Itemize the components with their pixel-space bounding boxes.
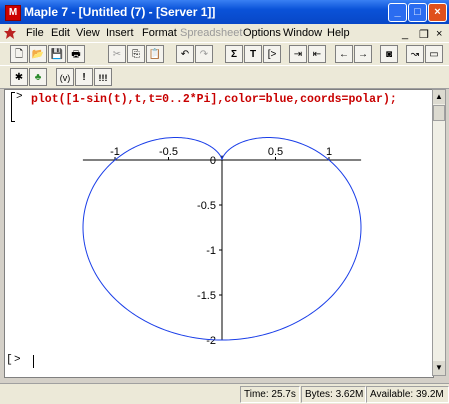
sum-icon[interactable]: Σ xyxy=(225,45,243,63)
save-icon[interactable]: 💾 xyxy=(48,45,66,63)
back-icon[interactable]: ← xyxy=(335,45,353,63)
execute-all-button[interactable]: !!! xyxy=(94,68,112,86)
menu-insert[interactable]: Insert xyxy=(106,27,134,39)
y-tick-label: 0 xyxy=(210,155,216,167)
status-bytes: Bytes: 3.62M xyxy=(301,386,366,403)
status-bar: Time: 25.7s Bytes: 3.62M Available: 39.2… xyxy=(0,383,449,404)
zoom-icon[interactable]: ▭ xyxy=(425,45,443,63)
vertical-scrollbar[interactable]: ▲ ▼ xyxy=(432,89,446,376)
menu-help[interactable]: Help xyxy=(327,27,350,39)
text-cursor xyxy=(33,355,34,368)
menu-edit[interactable]: Edit xyxy=(51,27,70,39)
main-toolbar: 🗋 📂 💾 🖶 ✂ ⎘ 📋 ↶ ↷ Σ T [> ⇥ ⇤ ← → ◙ ↝ ▭ xyxy=(0,42,449,66)
menu-format[interactable]: Format xyxy=(142,27,177,39)
maple-app-icon[interactable]: M xyxy=(5,5,21,21)
y-tick-label: -1.5 xyxy=(197,290,216,302)
copy-icon[interactable]: ⎘ xyxy=(127,45,145,63)
y-tick-label: -0.5 xyxy=(197,200,216,212)
maple-mode-icon[interactable]: ✱ xyxy=(10,68,28,86)
mdi-minimize-icon[interactable]: _ xyxy=(402,28,408,40)
menu-window[interactable]: Window xyxy=(283,27,322,39)
window-title: Maple 7 - [Untitled (7) - [Server 1]] xyxy=(24,5,216,19)
menu-spreadsheet[interactable]: Spreadsheet xyxy=(180,27,242,39)
mdi-restore-icon[interactable]: ❐ xyxy=(419,28,429,41)
menu-file[interactable]: File xyxy=(26,27,44,39)
restart-icon[interactable]: ↝ xyxy=(406,45,424,63)
mdi-close-icon[interactable]: × xyxy=(436,28,442,40)
toggle-display-button[interactable]: (v) xyxy=(56,68,74,86)
maple-leaf-icon[interactable] xyxy=(4,27,16,39)
menu-options[interactable]: Options xyxy=(243,27,281,39)
next-prompt-bracket: [ xyxy=(6,354,13,366)
x-tick-label: 1 xyxy=(326,146,332,158)
minimize-button[interactable]: _ xyxy=(388,3,407,22)
redo-icon[interactable]: ↷ xyxy=(195,45,213,63)
x-tick-label: -1 xyxy=(110,146,120,158)
new-file-icon[interactable]: 🗋 xyxy=(10,45,28,63)
status-time: Time: 25.7s xyxy=(240,386,300,403)
print-icon[interactable]: 🖶 xyxy=(67,45,85,63)
x-tick-label: 0.5 xyxy=(268,146,283,158)
scroll-thumb[interactable] xyxy=(433,105,445,121)
input-mode-icon[interactable]: [> xyxy=(263,45,281,63)
execute-button[interactable]: ! xyxy=(75,68,93,86)
x-tick-label: -0.5 xyxy=(159,146,178,158)
indent-icon[interactable]: ⇥ xyxy=(289,45,307,63)
status-available: Available: 39.2M xyxy=(366,386,449,403)
scroll-up-arrow-icon[interactable]: ▲ xyxy=(433,90,445,104)
context-toolbar: ✱ ♣ (v) ! !!! xyxy=(0,65,449,89)
forward-icon[interactable]: → xyxy=(354,45,372,63)
cut-icon[interactable]: ✂ xyxy=(108,45,126,63)
menu-view[interactable]: View xyxy=(76,27,100,39)
leaf-mode-icon[interactable]: ♣ xyxy=(29,68,47,86)
y-tick-label: -2 xyxy=(206,335,216,347)
y-tick-label: -1 xyxy=(206,245,216,257)
close-button[interactable]: × xyxy=(428,3,447,22)
maximize-button[interactable]: □ xyxy=(408,3,427,22)
paste-icon[interactable]: 📋 xyxy=(146,45,164,63)
outdent-icon[interactable]: ⇤ xyxy=(308,45,326,63)
title-bar: M Maple 7 - [Untitled (7) - [Server 1]] … xyxy=(0,0,449,24)
polar-plot[interactable]: -1 -0.5 0.5 1 0 -0.5 -1 -1.5 -2 xyxy=(4,89,432,376)
menu-bar: File Edit View Insert Format Spreadsheet… xyxy=(0,24,449,42)
open-file-icon[interactable]: 📂 xyxy=(29,45,47,63)
next-input-prompt: > xyxy=(14,354,21,366)
scroll-down-arrow-icon[interactable]: ▼ xyxy=(433,361,445,375)
text-mode-icon[interactable]: T xyxy=(244,45,262,63)
undo-icon[interactable]: ↶ xyxy=(176,45,194,63)
stop-icon[interactable]: ◙ xyxy=(380,45,398,63)
